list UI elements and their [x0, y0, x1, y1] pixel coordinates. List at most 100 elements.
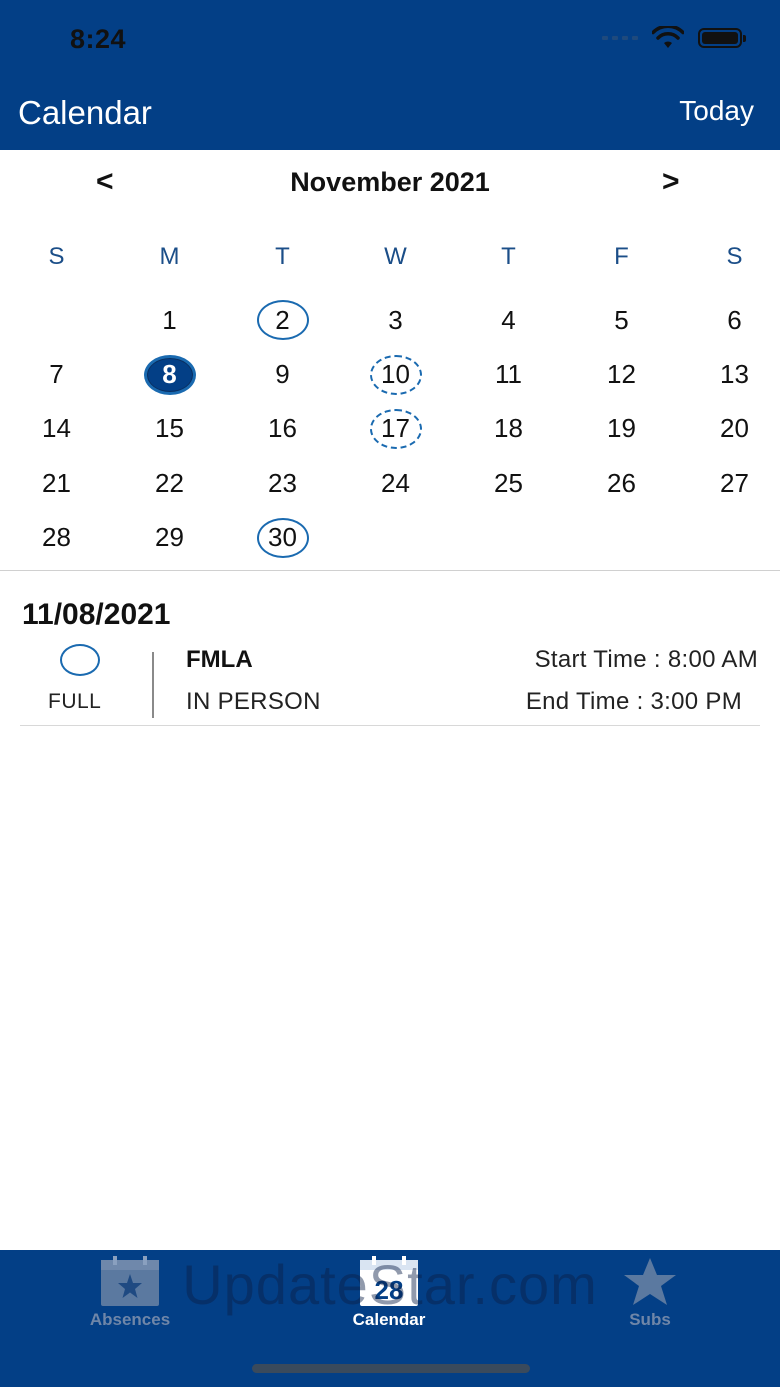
day-number: 13: [720, 359, 749, 390]
end-time: End Time : 3:00 PM: [525, 688, 742, 715]
calendar-28-icon: 28: [360, 1256, 418, 1306]
tab-calendar[interactable]: 28 Calendar: [319, 1256, 459, 1330]
weekday-label: T: [501, 243, 516, 270]
calendar-day[interactable]: 29: [113, 511, 226, 565]
calendar-day[interactable]: 11: [452, 347, 565, 401]
day-number: 5: [614, 304, 629, 335]
calendar-star-icon: [101, 1256, 159, 1306]
calendar-day[interactable]: 26: [565, 456, 678, 510]
tab-label: Subs: [629, 1310, 671, 1329]
calendar-day[interactable]: 21: [0, 456, 113, 510]
selected-date-heading: 11/08/2021: [22, 598, 171, 631]
calendar-day[interactable]: 8: [113, 347, 226, 401]
calendar-day[interactable]: 18: [452, 402, 565, 456]
calendar-day[interactable]: 1: [113, 293, 226, 347]
calendar-day[interactable]: 6: [678, 293, 780, 347]
day-number: 11: [495, 359, 522, 390]
calendar-day[interactable]: 12: [565, 347, 678, 401]
calendar-day[interactable]: 19: [565, 402, 678, 456]
tab-label: Absences: [89, 1310, 171, 1329]
weekday-label: W: [384, 243, 407, 270]
day-number: 4: [501, 304, 516, 335]
day-number: 1: [162, 304, 177, 335]
weekday-label: M: [159, 243, 180, 270]
day-number: 28: [42, 522, 71, 553]
home-indicator: [252, 1364, 530, 1373]
status-indicators: [602, 26, 746, 50]
calendar-day-grid: 1 2 3 4 5 6 7 8 9 10 11 12 13 14 15 16 17 18 19 20 21 22 23 24 2…: [0, 293, 780, 565]
battery-icon: [698, 28, 746, 48]
page-title: Calendar: [18, 94, 152, 131]
day-number: 30: [268, 522, 297, 553]
day-number: 15: [155, 413, 184, 444]
calendar-day[interactable]: 14: [0, 402, 113, 456]
calendar-badge-number: 28: [375, 1275, 404, 1305]
day-number: 7: [49, 359, 64, 390]
calendar-day[interactable]: 30: [226, 511, 339, 565]
day-number: 9: [275, 359, 290, 390]
weekday-label: S: [48, 243, 65, 270]
day-number: 27: [720, 467, 749, 498]
calendar-day[interactable]: 7: [0, 347, 113, 401]
calendar-day[interactable]: 22: [113, 456, 226, 510]
day-number: 23: [268, 467, 297, 498]
day-number: 6: [727, 304, 742, 335]
tab-subs[interactable]: Subs: [580, 1256, 720, 1330]
month-navigation: < November 2021 >: [0, 165, 780, 205]
calendar-day[interactable]: 23: [226, 456, 339, 510]
calendar-day[interactable]: 15: [113, 402, 226, 456]
day-number: 19: [607, 413, 636, 444]
next-month-button[interactable]: >: [662, 165, 680, 199]
header-bar: 8:24 Calendar Today: [0, 0, 780, 150]
calendar-day[interactable]: 24: [339, 456, 452, 510]
day-number: 18: [494, 413, 523, 444]
duration-label: FULL: [48, 690, 102, 713]
day-number: 22: [155, 467, 184, 498]
status-time: 8:24: [70, 24, 127, 54]
calendar-day[interactable]: 28: [0, 511, 113, 565]
day-number: 17: [381, 413, 410, 444]
divider: [0, 570, 780, 571]
weekday-label: T: [275, 243, 290, 270]
calendar-day[interactable]: 16: [226, 402, 339, 456]
calendar-day[interactable]: 10: [339, 347, 452, 401]
start-time: Start Time : 8:00 AM: [534, 646, 758, 673]
calendar-day[interactable]: 4: [452, 293, 565, 347]
today-button[interactable]: Today: [679, 95, 754, 127]
calendar-day[interactable]: 25: [452, 456, 565, 510]
weekday-label: F: [614, 243, 629, 270]
full-day-circle-icon: [60, 644, 100, 676]
calendar-day[interactable]: 27: [678, 456, 780, 510]
calendar-day[interactable]: 13: [678, 347, 780, 401]
day-number: 3: [388, 304, 403, 335]
day-number: 14: [42, 413, 71, 444]
day-number: 2: [275, 304, 290, 335]
calendar-day-empty: [0, 293, 113, 347]
calendar-day[interactable]: 3: [339, 293, 452, 347]
wifi-icon: [652, 26, 684, 48]
day-number: 16: [268, 413, 297, 444]
calendar-day[interactable]: 9: [226, 347, 339, 401]
day-number: 21: [42, 467, 71, 498]
day-number: 10: [381, 359, 410, 390]
calendar-day[interactable]: 5: [565, 293, 678, 347]
calendar-day[interactable]: 20: [678, 402, 780, 456]
tab-absences[interactable]: Absences: [60, 1256, 200, 1330]
star-icon: [624, 1258, 676, 1305]
day-number: 25: [494, 467, 523, 498]
day-number: 20: [720, 413, 749, 444]
weekday-label: S: [726, 243, 743, 270]
calendar-day[interactable]: 17: [339, 402, 452, 456]
calendar-day[interactable]: 2: [226, 293, 339, 347]
vertical-divider: [152, 652, 154, 718]
day-number: 12: [607, 359, 636, 390]
day-number: 24: [381, 467, 410, 498]
day-number: 8: [162, 359, 177, 390]
day-number: 29: [155, 522, 184, 553]
absence-entry[interactable]: FULL FMLA IN PERSON Start Time : 8:00 AM…: [20, 640, 760, 726]
absence-mode: IN PERSON: [186, 688, 321, 715]
weekday-header: S M T W T F S: [0, 240, 780, 274]
day-number: 26: [607, 467, 636, 498]
tab-label: Calendar: [352, 1310, 426, 1329]
cellular-signal-icon: [602, 36, 638, 40]
